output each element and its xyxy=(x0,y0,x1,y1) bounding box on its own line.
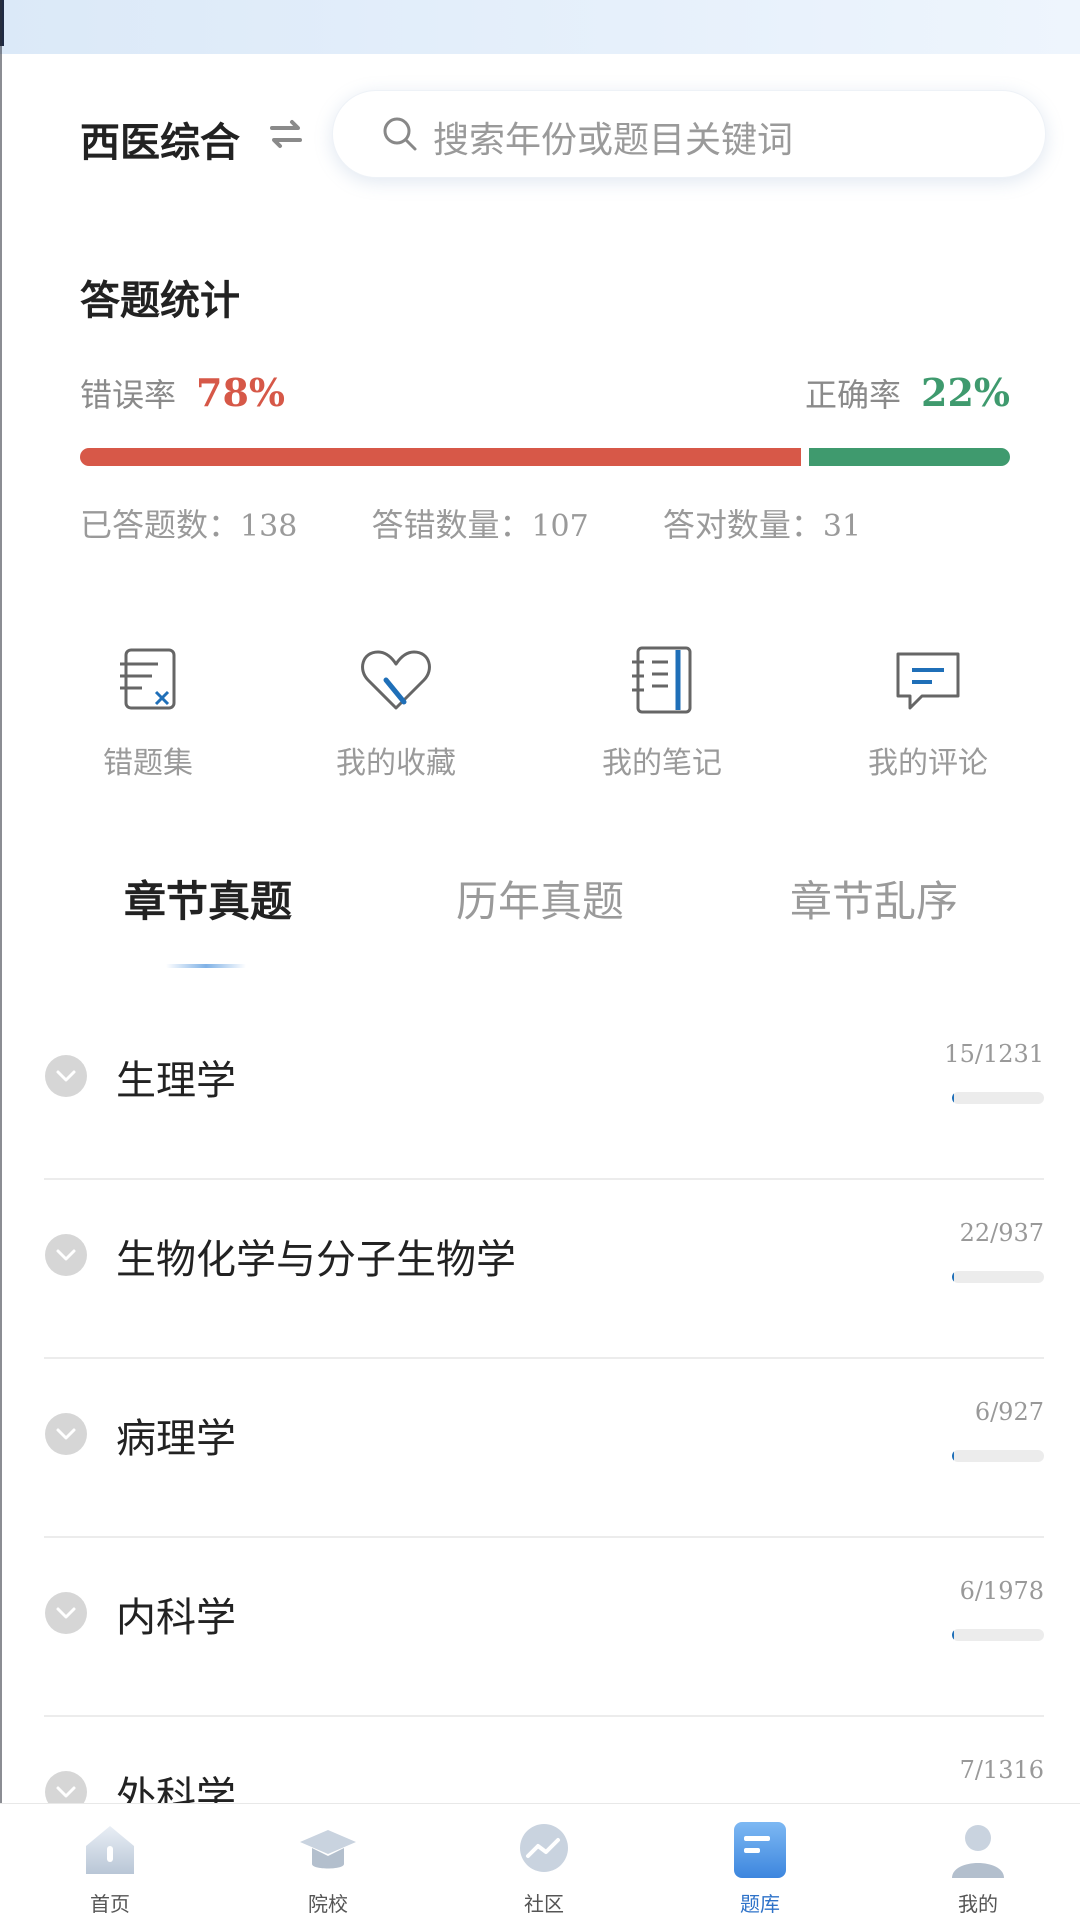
search-input[interactable]: 搜索年份或题目关键词 xyxy=(332,90,1046,178)
chapter-progress-bar xyxy=(952,1450,1044,1462)
chevron-down-icon[interactable] xyxy=(44,1412,88,1456)
right-count-label: 答对数量： xyxy=(662,506,823,544)
quick-action-wrong-questions[interactable]: 错题集 xyxy=(48,640,248,782)
ratio-bar xyxy=(80,448,1010,466)
chapter-progress-count: 22/937 xyxy=(959,1219,1044,1247)
answered-label: 已答题数： xyxy=(80,506,241,544)
nav-question-bank[interactable]: 题库 xyxy=(680,1818,840,1917)
graduation-cap-icon xyxy=(300,1830,356,1869)
stats-title: 答题统计 xyxy=(80,278,240,324)
chapter-progress-count: 6/927 xyxy=(974,1398,1044,1426)
nav-label: 题库 xyxy=(740,1892,780,1916)
community-icon xyxy=(520,1824,568,1872)
swap-icon[interactable] xyxy=(266,114,306,154)
wrong-questions-icon xyxy=(120,648,176,710)
nav-label: 院校 xyxy=(308,1892,348,1916)
answered-value: 138 xyxy=(240,509,298,544)
chapter-name: 内科学 xyxy=(116,1595,236,1641)
nav-label: 社区 xyxy=(524,1892,564,1916)
wrong-rate-value: 78% xyxy=(196,370,286,415)
quick-action-notes[interactable]: 我的笔记 xyxy=(562,640,762,782)
question-bank-icon xyxy=(734,1822,786,1878)
wrong-count: 答错数量：107 xyxy=(371,506,588,544)
quick-action-label: 错题集 xyxy=(103,746,193,781)
chevron-down-icon[interactable] xyxy=(44,1591,88,1635)
correct-rate: 正确率 22% xyxy=(805,370,1010,416)
chapter-progress-fill xyxy=(952,1450,955,1462)
wrong-rate: 错误率 78% xyxy=(80,370,285,416)
quick-action-label: 我的笔记 xyxy=(602,746,722,781)
chapter-name: 病理学 xyxy=(116,1416,236,1462)
question-tabs: 章节真题 历年真题 章节乱序 xyxy=(0,860,1080,970)
chapter-progress-fill xyxy=(952,1092,955,1104)
favorite-icon xyxy=(361,650,431,710)
search-placeholder: 搜索年份或题目关键词 xyxy=(433,120,794,161)
quick-action-label: 我的收藏 xyxy=(336,746,456,781)
right-count-value: 31 xyxy=(822,509,862,544)
tab-chapter-shuffle[interactable]: 章节乱序 xyxy=(790,868,958,929)
chevron-down-icon[interactable] xyxy=(44,1054,88,1098)
chevron-down-icon[interactable] xyxy=(44,1233,88,1277)
wrong-rate-label: 错误率 xyxy=(80,376,177,414)
home-icon xyxy=(86,1826,134,1874)
comment-icon xyxy=(896,652,960,710)
correct-rate-label: 正确率 xyxy=(804,376,901,414)
nav-label: 我的 xyxy=(958,1892,998,1916)
search-icon xyxy=(383,117,417,151)
wrong-bar xyxy=(80,448,801,466)
chapter-progress-count: 15/1231 xyxy=(944,1040,1044,1068)
wrong-count-value: 107 xyxy=(531,509,589,544)
chapter-row[interactable]: 病理学 6/927 xyxy=(44,1358,1044,1538)
answered-count: 已答题数：138 xyxy=(80,506,297,544)
subject-selector[interactable]: 西医综合 xyxy=(80,110,240,168)
bottom-nav: 首页 院校 社区 题库 我的 xyxy=(0,1803,1080,1921)
chapter-progress-fill xyxy=(952,1271,955,1283)
tab-chapter-questions[interactable]: 章节真题 xyxy=(124,868,292,929)
chapter-name: 生理学 xyxy=(116,1058,236,1104)
chapter-name: 生物化学与分子生物学 xyxy=(116,1237,516,1283)
header: 西医综合 搜索年份或题目关键词 xyxy=(0,90,1080,180)
nav-colleges[interactable]: 院校 xyxy=(248,1818,408,1917)
chapter-progress-bar xyxy=(952,1271,1044,1283)
quick-action-label: 我的评论 xyxy=(868,746,988,781)
chapter-progress-count: 7/1316 xyxy=(959,1756,1044,1784)
notebook-icon xyxy=(632,646,692,714)
chapter-row[interactable]: 生物化学与分子生物学 22/937 xyxy=(44,1179,1044,1359)
nav-label: 首页 xyxy=(90,1892,130,1916)
quick-action-comments[interactable]: 我的评论 xyxy=(828,640,1028,782)
rate-row: 错误率 78% 正确率 22% xyxy=(80,370,1010,420)
tab-past-exams[interactable]: 历年真题 xyxy=(456,868,624,929)
right-count: 答对数量：31 xyxy=(663,506,861,544)
nav-community[interactable]: 社区 xyxy=(464,1818,624,1917)
chapter-progress-bar xyxy=(952,1629,1044,1641)
active-tab-indicator xyxy=(166,964,246,968)
chapter-progress-fill xyxy=(952,1629,955,1641)
answer-counts: 已答题数：138 答错数量：107 答对数量：31 xyxy=(80,500,925,546)
correct-bar xyxy=(809,448,1010,466)
quick-actions: 错题集 我的收藏 我的笔记 我的评论 xyxy=(0,640,1080,790)
chapter-progress-count: 6/1978 xyxy=(959,1577,1044,1605)
nav-home[interactable]: 首页 xyxy=(30,1818,190,1917)
nav-profile[interactable]: 我的 xyxy=(898,1818,1058,1917)
correct-rate-value: 22% xyxy=(921,370,1010,415)
status-bar xyxy=(0,0,1080,54)
chapter-row[interactable]: 生理学 15/1231 xyxy=(44,1000,1044,1180)
chapter-row[interactable]: 内科学 6/1978 xyxy=(44,1537,1044,1717)
chapter-progress-bar xyxy=(952,1092,1044,1104)
wrong-count-label: 答错数量： xyxy=(371,506,532,544)
profile-icon xyxy=(952,1825,1004,1878)
quick-action-favorites[interactable]: 我的收藏 xyxy=(296,640,496,782)
